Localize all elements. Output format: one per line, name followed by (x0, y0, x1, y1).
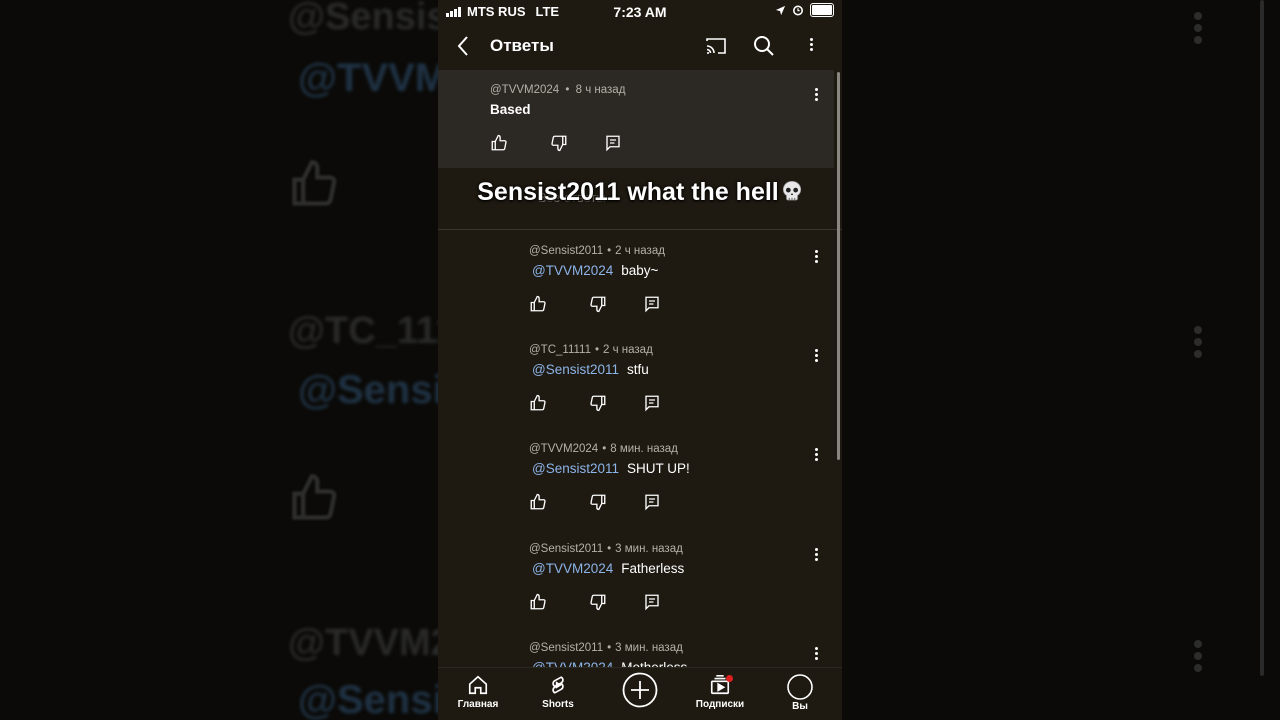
reply-icon[interactable] (643, 394, 661, 412)
meta-separator: • (607, 543, 612, 555)
bg-like-icon (292, 160, 337, 206)
notification-dot (726, 675, 733, 682)
reply-item: @Sensist2011 • 2 ч назад @TVVM2024 baby~ (438, 234, 834, 333)
nav-home-label: Главная (457, 699, 499, 710)
reply-mention[interactable]: @Sensist2011 (532, 362, 619, 377)
nav-create[interactable] (600, 672, 680, 711)
comment-text: Based (490, 102, 531, 117)
reply-more-icon[interactable] (814, 647, 820, 663)
dislike-icon[interactable] (589, 593, 607, 611)
reply-text: baby~ (621, 263, 659, 278)
reply-item: @TC_11111 • 2 ч назад @Sensist2011 stfu (438, 334, 834, 433)
reply-more-icon[interactable] (814, 448, 820, 464)
bg-text: @TC_1111 (288, 310, 438, 352)
comment-age: 8 ч назад (575, 84, 626, 96)
reply-author[interactable]: @TC_11111 (529, 344, 591, 356)
parent-comment: @TVVM2024 • 8 ч назад Based (438, 70, 834, 168)
phone-screen: MTS RUS LTE 7:23 AM Ответы @TVVM2024 • 8… (438, 0, 842, 720)
reply-age: 2 ч назад (615, 245, 665, 257)
like-icon[interactable] (529, 295, 547, 313)
divider (438, 229, 842, 230)
bg-more-icon (1192, 12, 1204, 48)
reply-age: 3 мин. назад (615, 642, 683, 654)
reply-mention[interactable]: @Sensist2011 (532, 461, 619, 476)
nav-home[interactable]: Главная (438, 674, 518, 710)
battery-icon (810, 3, 834, 17)
nav-subscriptions[interactable]: Подписки (680, 674, 760, 710)
like-icon[interactable] (529, 593, 547, 611)
dislike-icon[interactable] (589, 493, 607, 511)
video-caption: Sensist2011 what the hell (438, 178, 842, 207)
meta-separator: • (607, 642, 612, 654)
page-title: Ответы (490, 36, 554, 55)
reply-icon[interactable] (604, 134, 622, 152)
location-icon (775, 5, 786, 15)
reply-author[interactable]: @Sensist2011 (529, 543, 603, 555)
bg-like-icon (292, 474, 337, 520)
nav-subscriptions-label: Подписки (695, 699, 745, 710)
dislike-icon[interactable] (589, 394, 607, 412)
reply-item: @TVVM2024 • 8 мин. назад @Sensist2011 SHUT … (438, 433, 834, 532)
meta-separator: • (594, 344, 599, 356)
bg-scrollbar (1260, 0, 1264, 676)
bg-text: @TVVM (298, 56, 438, 100)
alarm-icon (793, 5, 803, 16)
reply-mention[interactable]: @TVVM2024 (532, 561, 613, 576)
bg-more-icon (1192, 640, 1204, 676)
reply-text: Fatherless (621, 561, 685, 576)
reply-mention[interactable]: @TVVM2024 (532, 263, 613, 278)
bottom-nav: Главная Shorts Подписки Вы (438, 667, 842, 720)
comment-more-icon[interactable] (814, 88, 820, 104)
reply-more-icon[interactable] (814, 250, 820, 266)
reply-item: @Sensist2011 • 3 мин. назад @TVVM2024 Fathe… (438, 532, 834, 631)
scrollbar[interactable] (837, 72, 840, 460)
reply-age: 8 мин. назад (610, 443, 678, 455)
caption-text: Sensist2011 what the hell (477, 178, 779, 206)
reply-age: 3 мин. назад (615, 543, 683, 555)
like-icon[interactable] (529, 394, 547, 412)
reply-author[interactable]: @TVVM2024 (529, 443, 598, 455)
search-icon[interactable] (752, 34, 776, 58)
reply-text: SHUT UP! (627, 461, 690, 476)
meta-separator: • (565, 84, 570, 96)
bg-more-icon (1192, 326, 1204, 362)
reply-more-icon[interactable] (814, 349, 820, 365)
nav-shorts[interactable]: Shorts (518, 674, 598, 710)
nav-you[interactable]: Вы (760, 674, 840, 714)
dislike-icon[interactable] (589, 295, 607, 313)
nav-you-label: Вы (792, 701, 808, 712)
avatar-icon (787, 674, 813, 700)
skull-emoji-icon (782, 181, 801, 201)
more-icon[interactable] (809, 38, 815, 54)
reply-icon[interactable] (643, 493, 661, 511)
like-icon[interactable] (490, 134, 508, 152)
bg-text: @Sensi (298, 368, 438, 412)
top-bar: Ответы (438, 22, 842, 68)
background-right (842, 0, 1280, 720)
dislike-icon[interactable] (550, 134, 568, 152)
comment-author[interactable]: @TVVM2024 (490, 84, 559, 96)
create-icon (622, 672, 658, 708)
shorts-icon (552, 676, 564, 694)
reply-author[interactable]: @Sensist2011 (529, 642, 603, 654)
back-icon[interactable] (452, 34, 476, 58)
reply-more-icon[interactable] (814, 548, 820, 564)
home-icon (468, 675, 488, 695)
meta-separator: • (602, 443, 607, 455)
reply-age: 2 ч назад (603, 344, 653, 356)
bg-text: @Sensi (298, 678, 438, 720)
meta-separator: • (607, 245, 612, 257)
cast-icon[interactable] (704, 34, 728, 58)
reply-text: stfu (627, 362, 649, 377)
like-icon[interactable] (529, 493, 547, 511)
background-left: @Sensist @TVVM @TC_1111 @Sensi @TVVM2 @S… (0, 0, 438, 720)
reply-icon[interactable] (643, 295, 661, 313)
reply-item: @Sensist2011 • 3 мин. назад @TVVM2024 Mothe… (438, 632, 834, 668)
status-bar: MTS RUS LTE 7:23 AM (438, 0, 842, 22)
nav-shorts-label: Shorts (542, 699, 574, 710)
bg-text: @TVVM2 (288, 622, 438, 664)
reply-icon[interactable] (643, 593, 661, 611)
bg-text: @Sensist (288, 0, 438, 38)
reply-author[interactable]: @Sensist2011 (529, 245, 603, 257)
